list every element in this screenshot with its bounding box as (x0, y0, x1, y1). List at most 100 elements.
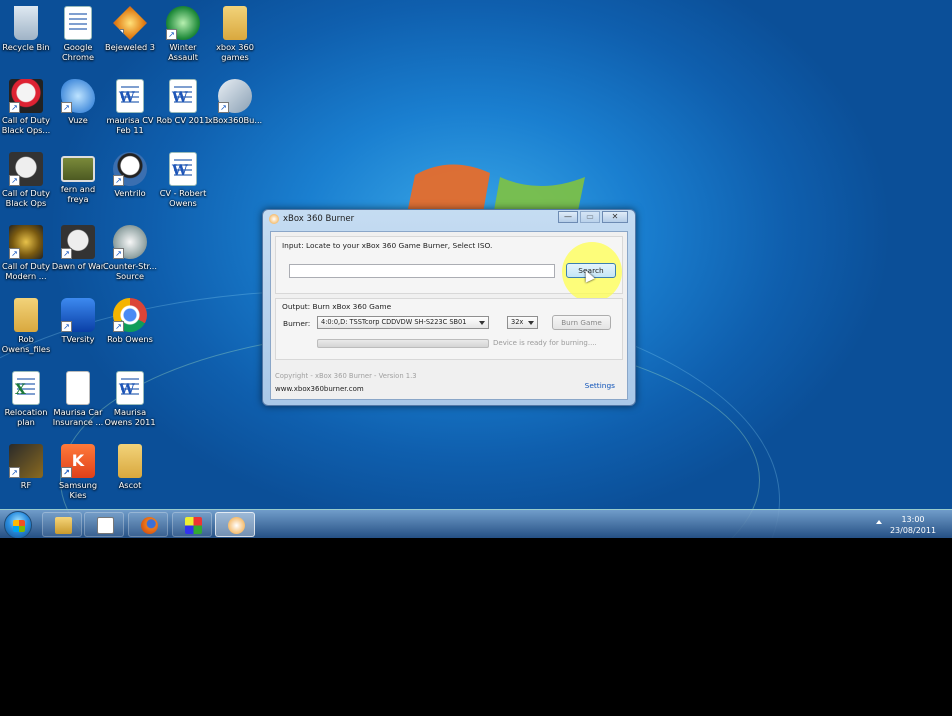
maximize-button[interactable]: ▭ (580, 211, 600, 223)
burn-progress-bar (317, 339, 489, 348)
desktop-icon-label: Ventrilo (114, 188, 146, 198)
bejeweled-taskbar-icon (185, 517, 202, 534)
desktop-icon-rob-cv-2011[interactable]: W Rob CV 2011 (155, 77, 211, 125)
desktop-icon-winter-assault[interactable]: ↗ Winter Assault (155, 4, 211, 62)
desktop-icon-ventrilo[interactable]: ↗ Ventrilo (102, 150, 158, 198)
desktop-icon-bejeweled-3[interactable]: ↗ Bejeweled 3 (102, 4, 158, 52)
word-doc-icon: W (169, 79, 197, 113)
speed-dropdown[interactable]: 32x (507, 316, 538, 329)
desktop-icon-rf[interactable]: ↗ RF (0, 442, 54, 490)
settings-link[interactable]: Settings (585, 381, 615, 390)
tversity-icon: ↗ (61, 298, 95, 332)
word-doc-icon: W (116, 79, 144, 113)
clock-date: 23/08/2011 (889, 526, 937, 535)
taskbar-button-firefox[interactable] (128, 512, 168, 537)
desktop-icon-rob-owens-files[interactable]: Rob Owens_files (0, 296, 54, 354)
burner-dropdown-value: 4:0:0,D: TSSTcorp CDDVDW SH-S223C SB01 (321, 318, 467, 326)
desktop-icon-label: Call of Duty Black Ops... (1, 115, 51, 135)
samsung-kies-icon: K ↗ (61, 444, 95, 478)
speed-dropdown-value: 32x (511, 318, 524, 326)
burner-dropdown[interactable]: 4:0:0,D: TSSTcorp CDDVDW SH-S223C SB01 (317, 316, 489, 329)
desktop-icon-maurisa-owens-2011[interactable]: W Maurisa Owens 2011 (102, 369, 158, 427)
desktop-icon-label: Rob CV 2011 (156, 115, 210, 125)
desktop-icon-label: Call of Duty Modern ... (2, 261, 50, 281)
desktop-icon-label: Relocation plan (4, 407, 48, 427)
app-icon (269, 214, 279, 224)
desktop-icon-label: Bejeweled 3 (104, 42, 156, 52)
folder-icon (223, 6, 247, 40)
start-button[interactable] (4, 511, 32, 538)
desktop-icon-label: Maurisa Owens 2011 (104, 407, 156, 427)
show-hidden-icons-button[interactable] (876, 520, 882, 524)
blank-doc-icon (66, 371, 90, 405)
desktop-icon-label: Maurisa Car Insurance ... (52, 407, 104, 427)
bejeweled-icon: ↗ (113, 6, 147, 40)
desktop-icon-counter-strike[interactable]: ↗ Counter-Str... Source (102, 223, 158, 281)
black-ops-icon: ↗ (9, 79, 43, 113)
notepad-icon (97, 517, 114, 534)
chevron-down-icon (479, 321, 485, 325)
close-button[interactable]: ✕ (602, 211, 628, 223)
desktop-icon-xbox-360-games[interactable]: xbox 360 games (207, 4, 263, 62)
desktop-icon-call-of-duty-black-ops-2[interactable]: ↗ Call of Duty Black Ops (0, 150, 54, 208)
desktop-icon-xbox360burner[interactable]: ↗ xBox360Bu... (207, 77, 263, 125)
clock[interactable]: 13:00 23/08/2011 (888, 514, 938, 536)
desktop-icon-tversity[interactable]: ↗ TVersity (50, 296, 106, 344)
word-doc-icon: W (169, 152, 197, 186)
google-chrome-doc-icon (64, 6, 92, 40)
desktop-icon-call-of-duty-black-ops-1[interactable]: ↗ Call of Duty Black Ops... (0, 77, 54, 135)
word-doc-icon: W (116, 371, 144, 405)
desktop-icon-label: Counter-Str... Source (103, 261, 157, 281)
folder-icon (14, 298, 38, 332)
rf-icon: ↗ (9, 444, 43, 478)
photo-icon (61, 156, 95, 182)
xbox360burner-icon: ↗ (218, 79, 252, 113)
desktop-icon-label: Recycle Bin (2, 42, 50, 52)
window-title: xBox 360 Burner (283, 214, 355, 224)
desktop-icon-call-of-duty-modern[interactable]: ↗ Call of Duty Modern ... (0, 223, 54, 281)
desktop-icon-label: Samsung Kies (58, 480, 98, 500)
taskbar-button-xbox360burner[interactable] (215, 512, 255, 537)
desktop-icon-dawn-of-war[interactable]: ↗ Dawn of War (50, 223, 106, 271)
input-group: Input: Locate to your xBox 360 Game Burn… (275, 236, 623, 302)
ventrilo-icon: ↗ (113, 152, 147, 186)
desktop-icon-cv-robert-owens[interactable]: W CV - Robert Owens (155, 150, 211, 208)
input-group-label: Input: Locate to your xBox 360 Game Burn… (282, 241, 493, 250)
folder-icon (118, 444, 142, 478)
desktop-icon-recycle-bin[interactable]: Recycle Bin (0, 4, 54, 52)
burn-game-button[interactable]: Burn Game (552, 315, 611, 330)
desktop-icon-label: Vuze (68, 115, 88, 125)
desktop-icon-vuze[interactable]: ↗ Vuze (50, 77, 106, 125)
desktop-icon-ascot[interactable]: Ascot (102, 442, 158, 490)
desktop-icon-label: fern and freya (60, 184, 96, 204)
windows-logo-icon (13, 520, 25, 532)
desktop-icon-rob-owens-chrome[interactable]: ↗ Rob Owens (102, 296, 158, 344)
desktop-icon-label: TVersity (61, 334, 95, 344)
desktop-icon-relocation-plan[interactable]: X Relocation plan (0, 369, 54, 427)
burner-label: Burner: (283, 319, 311, 328)
desktop-icon-maurisa-cv[interactable]: W maurisa CV Feb 11 (102, 77, 158, 135)
taskbar-button-notepad[interactable] (84, 512, 124, 537)
taskbar-button-bejeweled[interactable] (172, 512, 212, 537)
taskbar-button-explorer[interactable] (42, 512, 82, 537)
desktop-icon-label: Rob Owens_files (1, 334, 51, 354)
desktop-icon-label: Ascot (118, 480, 142, 490)
desktop-icon-label: xBox360Bu... (207, 115, 263, 125)
window-client-area: Input: Locate to your xBox 360 Game Burn… (270, 231, 628, 400)
modern-warfare-icon: ↗ (9, 225, 43, 259)
minimize-button[interactable]: — (558, 211, 578, 223)
xbox360burner-taskbar-icon (228, 517, 245, 534)
desktop-icon-maurisa-car-insurance[interactable]: Maurisa Car Insurance ... (50, 369, 106, 427)
windows-explorer-icon (55, 517, 72, 534)
winter-assault-icon: ↗ (166, 6, 200, 40)
desktop-icon-fern-and-freya[interactable]: fern and freya (50, 150, 106, 204)
chevron-down-icon (528, 321, 534, 325)
desktop-icon-label: RF (20, 480, 32, 490)
desktop-icon-google-chrome[interactable]: Google Chrome (50, 4, 106, 62)
firefox-icon (141, 517, 158, 534)
counter-strike-icon: ↗ (113, 225, 147, 259)
iso-path-input[interactable] (289, 264, 555, 278)
desktop-icon-samsung-kies[interactable]: K ↗ Samsung Kies (50, 442, 106, 500)
desktop-icon-label: xbox 360 games (216, 42, 254, 62)
status-text: Device is ready for burning.... (493, 339, 597, 347)
